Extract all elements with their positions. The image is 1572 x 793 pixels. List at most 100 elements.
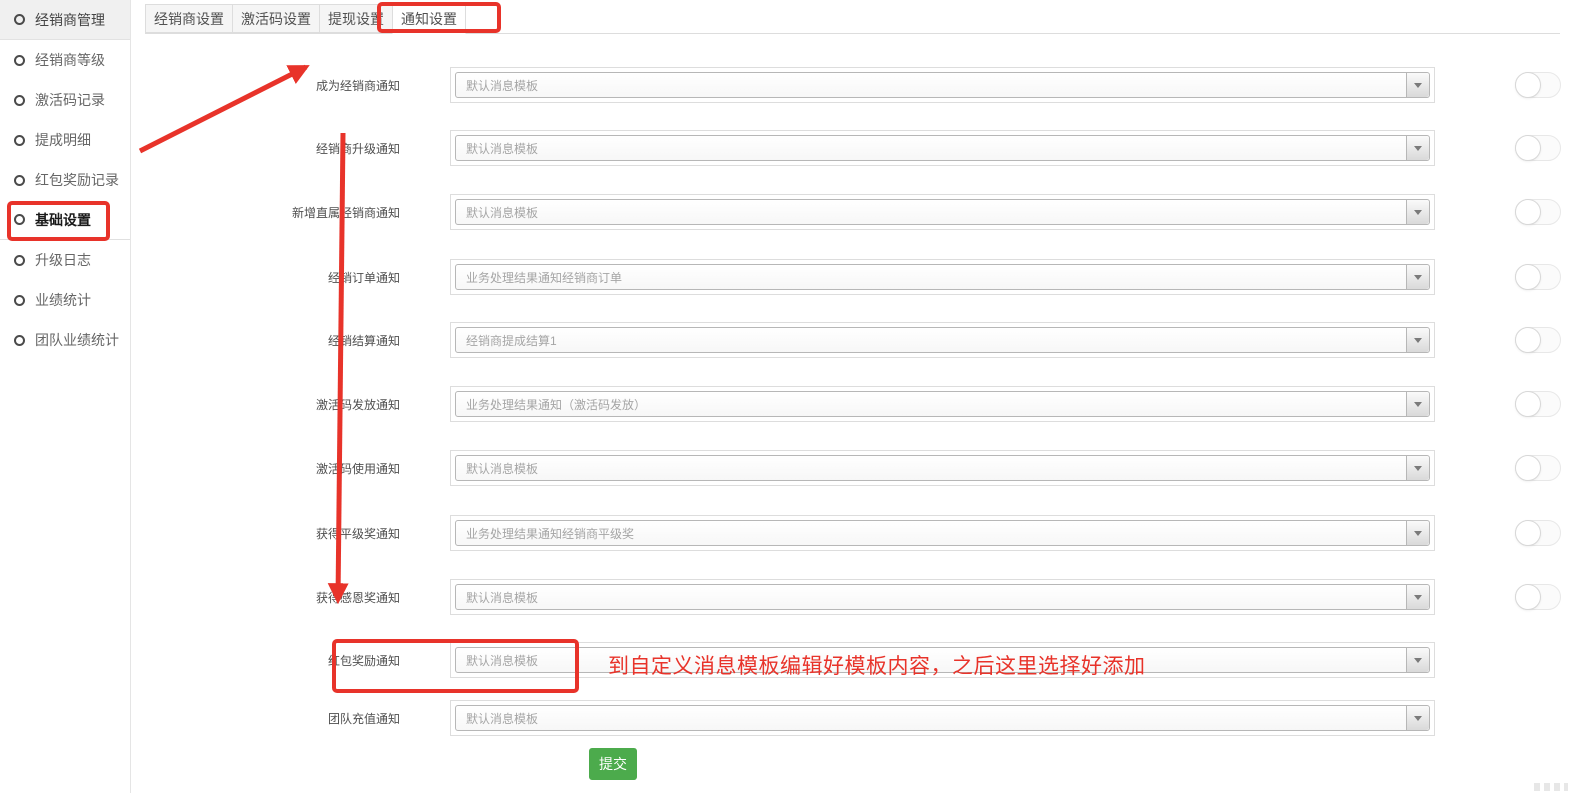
selected-template-value: 默认消息模板 xyxy=(456,589,538,606)
radio-circle-icon xyxy=(14,214,25,225)
notify-toggle[interactable] xyxy=(1515,135,1561,161)
dropdown-arrow-icon[interactable] xyxy=(1406,265,1429,289)
dropdown-arrow-icon[interactable] xyxy=(1406,73,1429,97)
sidebar-item-8[interactable]: 团队业绩统计 xyxy=(0,320,130,360)
toggle-knob xyxy=(1515,72,1541,98)
caret-down-icon xyxy=(1414,402,1422,407)
selected-template-value: 经销商提成结算1 xyxy=(456,332,557,349)
sidebar-item-label: 提成明细 xyxy=(35,130,91,150)
settings-tab-3[interactable]: 通知设置 xyxy=(392,4,466,34)
caret-down-icon xyxy=(1414,595,1422,600)
select-box[interactable]: 业务处理结果通知（激活码发放） xyxy=(455,391,1430,417)
form-row: 经销结算通知 经销商提成结算1 xyxy=(145,322,1572,358)
template-select[interactable]: 默认消息模板 xyxy=(450,642,1435,678)
select-box[interactable]: 默认消息模板 xyxy=(455,199,1430,225)
selected-template-value: 业务处理结果通知经销商平级奖 xyxy=(456,525,634,542)
select-box[interactable]: 默认消息模板 xyxy=(455,647,1430,673)
radio-circle-icon xyxy=(14,55,25,66)
dropdown-arrow-icon[interactable] xyxy=(1406,200,1429,224)
select-box[interactable]: 业务处理结果通知经销商订单 xyxy=(455,264,1430,290)
sidebar-item-7[interactable]: 业绩统计 xyxy=(0,280,130,320)
select-box[interactable]: 默认消息模板 xyxy=(455,705,1430,731)
notify-toggle[interactable] xyxy=(1515,584,1561,610)
dropdown-arrow-icon[interactable] xyxy=(1406,456,1429,480)
selected-template-value: 默认消息模板 xyxy=(456,652,538,669)
template-select[interactable]: 默认消息模板 xyxy=(450,450,1435,486)
select-box[interactable]: 默认消息模板 xyxy=(455,72,1430,98)
select-box[interactable]: 默认消息模板 xyxy=(455,584,1430,610)
sidebar-item-5[interactable]: 基础设置 xyxy=(0,200,130,240)
toggle-knob xyxy=(1515,391,1541,417)
radio-circle-icon xyxy=(14,175,25,186)
dropdown-arrow-icon[interactable] xyxy=(1406,328,1429,352)
field-label: 激活码使用通知 xyxy=(145,450,425,486)
sidebar-item-4[interactable]: 红包奖励记录 xyxy=(0,160,130,200)
template-select[interactable]: 业务处理结果通知（激活码发放） xyxy=(450,386,1435,422)
dropdown-arrow-icon[interactable] xyxy=(1406,392,1429,416)
selected-template-value: 默认消息模板 xyxy=(456,204,538,221)
notify-toggle[interactable] xyxy=(1515,199,1561,225)
sidebar-item-6[interactable]: 升级日志 xyxy=(0,240,130,280)
select-box[interactable]: 默认消息模板 xyxy=(455,135,1430,161)
sidebar-item-label: 基础设置 xyxy=(35,210,91,230)
caret-down-icon xyxy=(1414,716,1422,721)
selected-template-value: 业务处理结果通知（激活码发放） xyxy=(456,396,646,413)
template-select[interactable]: 默认消息模板 xyxy=(450,579,1435,615)
notify-toggle[interactable] xyxy=(1515,520,1561,546)
dropdown-arrow-icon[interactable] xyxy=(1406,521,1429,545)
notify-toggle[interactable] xyxy=(1515,72,1561,98)
caret-down-icon xyxy=(1414,466,1422,471)
field-label: 成为经销商通知 xyxy=(145,67,425,103)
toggle-knob xyxy=(1515,584,1541,610)
sidebar-item-label: 经销商管理 xyxy=(35,10,105,30)
form-row: 激活码发放通知 业务处理结果通知（激活码发放） xyxy=(145,386,1572,422)
sidebar-item-1[interactable]: 经销商等级 xyxy=(0,40,130,80)
form-row: 激活码使用通知 默认消息模板 xyxy=(145,450,1572,486)
sidebar-item-3[interactable]: 提成明细 xyxy=(0,120,130,160)
dropdown-arrow-icon[interactable] xyxy=(1406,648,1429,672)
template-select[interactable]: 业务处理结果通知经销商平级奖 xyxy=(450,515,1435,551)
select-box[interactable]: 默认消息模板 xyxy=(455,455,1430,481)
sidebar: 经销商管理 经销商等级 激活码记录 提成明细 红包奖励记录 基础设置 升级日志 … xyxy=(0,0,131,793)
field-label: 获得平级奖通知 xyxy=(145,515,425,551)
caret-down-icon xyxy=(1414,531,1422,536)
field-label: 经销订单通知 xyxy=(145,259,425,295)
field-label: 经销结算通知 xyxy=(145,322,425,358)
selected-template-value: 默认消息模板 xyxy=(456,710,538,727)
form-row: 新增直属经销商通知 默认消息模板 xyxy=(145,194,1572,230)
template-select[interactable]: 默认消息模板 xyxy=(450,700,1435,736)
notify-toggle[interactable] xyxy=(1515,455,1561,481)
form-row: 成为经销商通知 默认消息模板 xyxy=(145,67,1572,103)
tab-label: 通知设置 xyxy=(401,9,457,29)
radio-circle-icon xyxy=(14,135,25,146)
radio-circle-icon xyxy=(14,335,25,346)
caret-down-icon xyxy=(1414,275,1422,280)
notify-toggle[interactable] xyxy=(1515,264,1561,290)
caret-down-icon xyxy=(1414,83,1422,88)
notify-toggle[interactable] xyxy=(1515,327,1561,353)
form-row: 经销订单通知 业务处理结果通知经销商订单 xyxy=(145,259,1572,295)
selected-template-value: 默认消息模板 xyxy=(456,140,538,157)
selected-template-value: 默认消息模板 xyxy=(456,460,538,477)
sidebar-item-0[interactable]: 经销商管理 xyxy=(0,0,130,40)
caret-down-icon xyxy=(1414,338,1422,343)
dropdown-arrow-icon[interactable] xyxy=(1406,136,1429,160)
template-select[interactable]: 经销商提成结算1 xyxy=(450,322,1435,358)
select-box[interactable]: 业务处理结果通知经销商平级奖 xyxy=(455,520,1430,546)
dropdown-arrow-icon[interactable] xyxy=(1406,706,1429,730)
template-select[interactable]: 默认消息模板 xyxy=(450,67,1435,103)
sidebar-item-2[interactable]: 激活码记录 xyxy=(0,80,130,120)
sidebar-item-label: 业绩统计 xyxy=(35,290,91,310)
dropdown-arrow-icon[interactable] xyxy=(1406,585,1429,609)
template-select[interactable]: 默认消息模板 xyxy=(450,130,1435,166)
template-select[interactable]: 默认消息模板 xyxy=(450,194,1435,230)
field-label: 经销商升级通知 xyxy=(145,130,425,166)
template-select[interactable]: 业务处理结果通知经销商订单 xyxy=(450,259,1435,295)
field-label: 获得感恩奖通知 xyxy=(145,579,425,615)
form-row: 获得感恩奖通知 默认消息模板 xyxy=(145,579,1572,615)
select-box[interactable]: 经销商提成结算1 xyxy=(455,327,1430,353)
toggle-knob xyxy=(1515,135,1541,161)
submit-button[interactable]: 提交 xyxy=(589,748,637,780)
notify-toggle[interactable] xyxy=(1515,391,1561,417)
sidebar-item-label: 激活码记录 xyxy=(35,90,105,110)
